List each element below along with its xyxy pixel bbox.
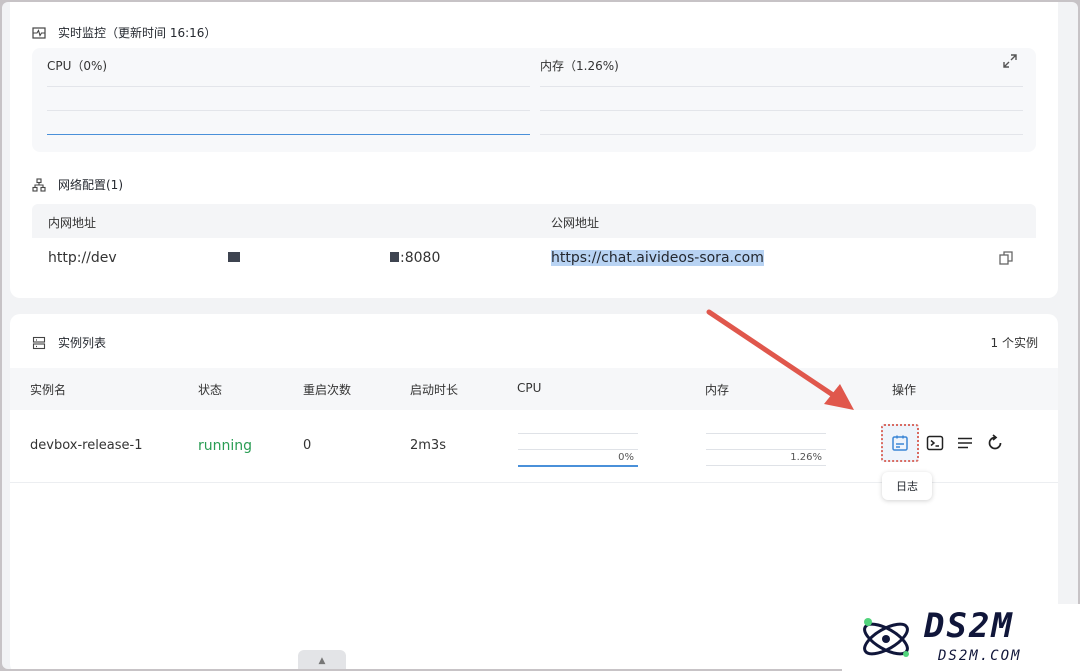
- atom-logo-icon: [863, 618, 909, 657]
- annotation-arrow: [706, 309, 854, 410]
- watermark-small-text: DS2M.COM: [938, 648, 1022, 664]
- watermark-logo: DS2M DS2M.COM: [842, 604, 1080, 671]
- expand-panel-handle[interactable]: ▲: [298, 650, 346, 669]
- watermark-big-text: DS2M: [924, 606, 1014, 646]
- app-frame: 实时监控（更新时间 16:16） CPU（0%) 内存（1.26%) 网络配置(…: [2, 2, 1078, 669]
